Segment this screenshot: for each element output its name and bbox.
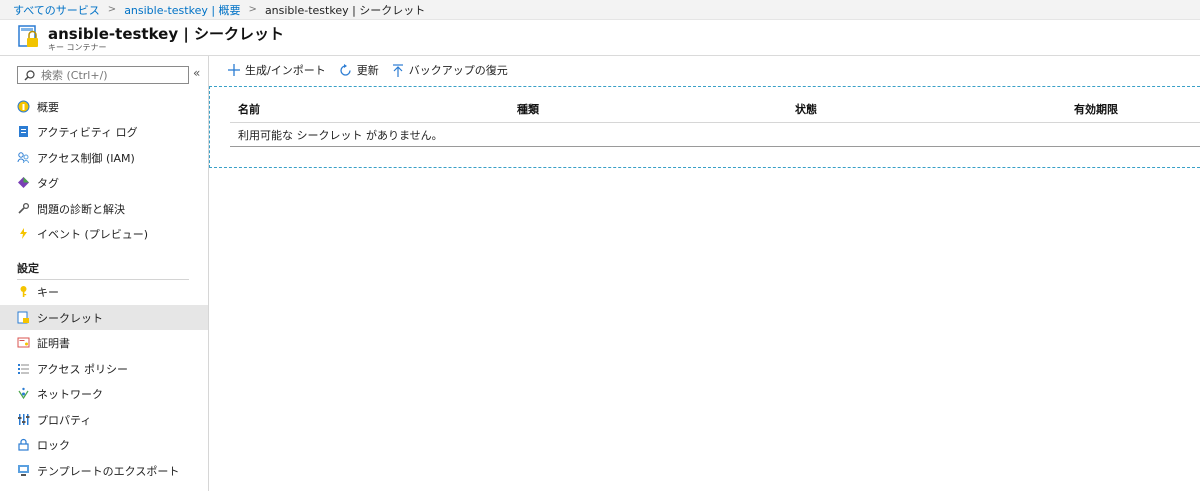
page-title: ansible-testkey | シークレット: [48, 25, 285, 43]
section-title-settings: 設定: [17, 262, 39, 275]
network-icon: [17, 387, 30, 400]
sidebar-item-activity-log[interactable]: アクティビティ ログ: [0, 119, 208, 144]
plus-icon: [228, 64, 240, 76]
sidebar-item-label: テンプレートのエクスポート: [37, 464, 180, 478]
search-box[interactable]: [17, 66, 189, 84]
secrets-grid: 名前 種類 状態 有効期限 利用可能な シークレット がありません。: [230, 87, 1200, 147]
collapse-sidebar-icon[interactable]: «: [193, 66, 200, 80]
sidebar-item-label: キー: [37, 285, 59, 299]
certificate-icon: [17, 336, 30, 349]
page-subtitle: キー コンテナー: [48, 43, 107, 52]
sidebar-item-label: プロパティ: [37, 413, 92, 427]
sidebar-item-events[interactable]: イベント (プレビュー): [0, 221, 208, 246]
restore-backup-button[interactable]: バックアップの復元: [392, 62, 508, 78]
sidebar-item-tags[interactable]: タグ: [0, 170, 208, 195]
sidebar-item-label: アクセス ポリシー: [37, 362, 128, 376]
sidebar-item-label: 問題の診断と解決: [37, 202, 125, 216]
users-icon: [17, 151, 30, 164]
sidebar-item-label: 概要: [37, 100, 59, 114]
tag-icon: [17, 176, 30, 189]
activity-log-icon: [17, 125, 30, 138]
restore-backup-label: バックアップの復元: [408, 64, 508, 77]
sidebar-item-network[interactable]: ネットワーク: [0, 381, 208, 406]
generate-import-button[interactable]: 生成/インポート: [228, 62, 326, 78]
refresh-button[interactable]: 更新: [339, 62, 379, 78]
wrench-icon: [17, 202, 30, 215]
sidebar-item-label: 証明書: [37, 336, 70, 350]
sidebar-item-certificates[interactable]: 証明書: [0, 330, 208, 355]
key-icon: [17, 285, 30, 298]
sidebar-item-overview[interactable]: 概要: [0, 94, 208, 119]
sidebar-item-label: イベント (プレビュー): [37, 227, 149, 241]
empty-message: 利用可能な シークレット がありません。: [230, 123, 1200, 147]
breadcrumb-current: ansible-testkey | シークレット: [264, 3, 426, 17]
search-icon: [24, 69, 35, 80]
lock-icon: [17, 438, 30, 451]
list-icon: [17, 362, 30, 375]
chevron-right-icon: >: [107, 4, 117, 15]
properties-icon: [17, 413, 30, 426]
refresh-label: 更新: [356, 64, 379, 77]
key-vault-secret-icon: [18, 25, 38, 47]
sidebar-item-keys[interactable]: キー: [0, 279, 208, 304]
column-header-expiration[interactable]: 有効期限: [1074, 101, 1118, 117]
page-header: ansible-testkey | シークレット キー コンテナー: [0, 20, 1200, 56]
sidebar-item-label: シークレット: [37, 311, 103, 325]
secrets-grid-frame: 名前 種類 状態 有効期限 利用可能な シークレット がありません。: [209, 86, 1200, 168]
breadcrumb-all-services[interactable]: すべてのサービス: [13, 2, 100, 18]
generate-import-label: 生成/インポート: [245, 64, 326, 77]
column-header-status[interactable]: 状態: [795, 101, 817, 117]
secret-icon: [17, 311, 30, 324]
arrow-up-icon: [392, 63, 403, 77]
sidebar-item-export-template[interactable]: テンプレートのエクスポート: [0, 458, 208, 483]
sidebar-item-label: アクティビティ ログ: [37, 125, 138, 139]
overview-icon: [17, 100, 30, 113]
sidebar-item-label: ロック: [37, 438, 70, 452]
refresh-icon: [340, 63, 351, 76]
sidebar-item-label: タグ: [37, 176, 59, 190]
sidebar: « 概要 アクティビティ ログ アクセス制御 (IAM) タグ 問題の診断と解決: [0, 56, 209, 491]
export-template-icon: [17, 464, 30, 477]
sidebar-item-properties[interactable]: プロパティ: [0, 407, 208, 432]
sidebar-item-diagnose[interactable]: 問題の診断と解決: [0, 196, 208, 221]
search-input[interactable]: [41, 68, 181, 82]
breadcrumb-overview[interactable]: ansible-testkey | 概要: [124, 2, 240, 18]
command-bar: 生成/インポート 更新 バックアップの復元: [210, 56, 521, 84]
grid-header-row: 名前 種類 状態 有効期限: [230, 87, 1200, 123]
sidebar-item-access-policies[interactable]: アクセス ポリシー: [0, 356, 208, 381]
lightning-icon: [17, 227, 30, 240]
sidebar-item-iam[interactable]: アクセス制御 (IAM): [0, 145, 208, 170]
sidebar-item-label: アクセス制御 (IAM): [37, 151, 135, 165]
column-header-name[interactable]: 名前: [238, 101, 260, 117]
sidebar-item-locks[interactable]: ロック: [0, 432, 208, 457]
sidebar-item-label: ネットワーク: [37, 387, 103, 401]
sidebar-item-secrets[interactable]: シークレット: [0, 305, 208, 330]
column-header-type[interactable]: 種類: [517, 101, 539, 117]
breadcrumb: すべてのサービス > ansible-testkey | 概要 > ansibl…: [0, 0, 1200, 20]
chevron-right-icon: >: [248, 4, 257, 15]
